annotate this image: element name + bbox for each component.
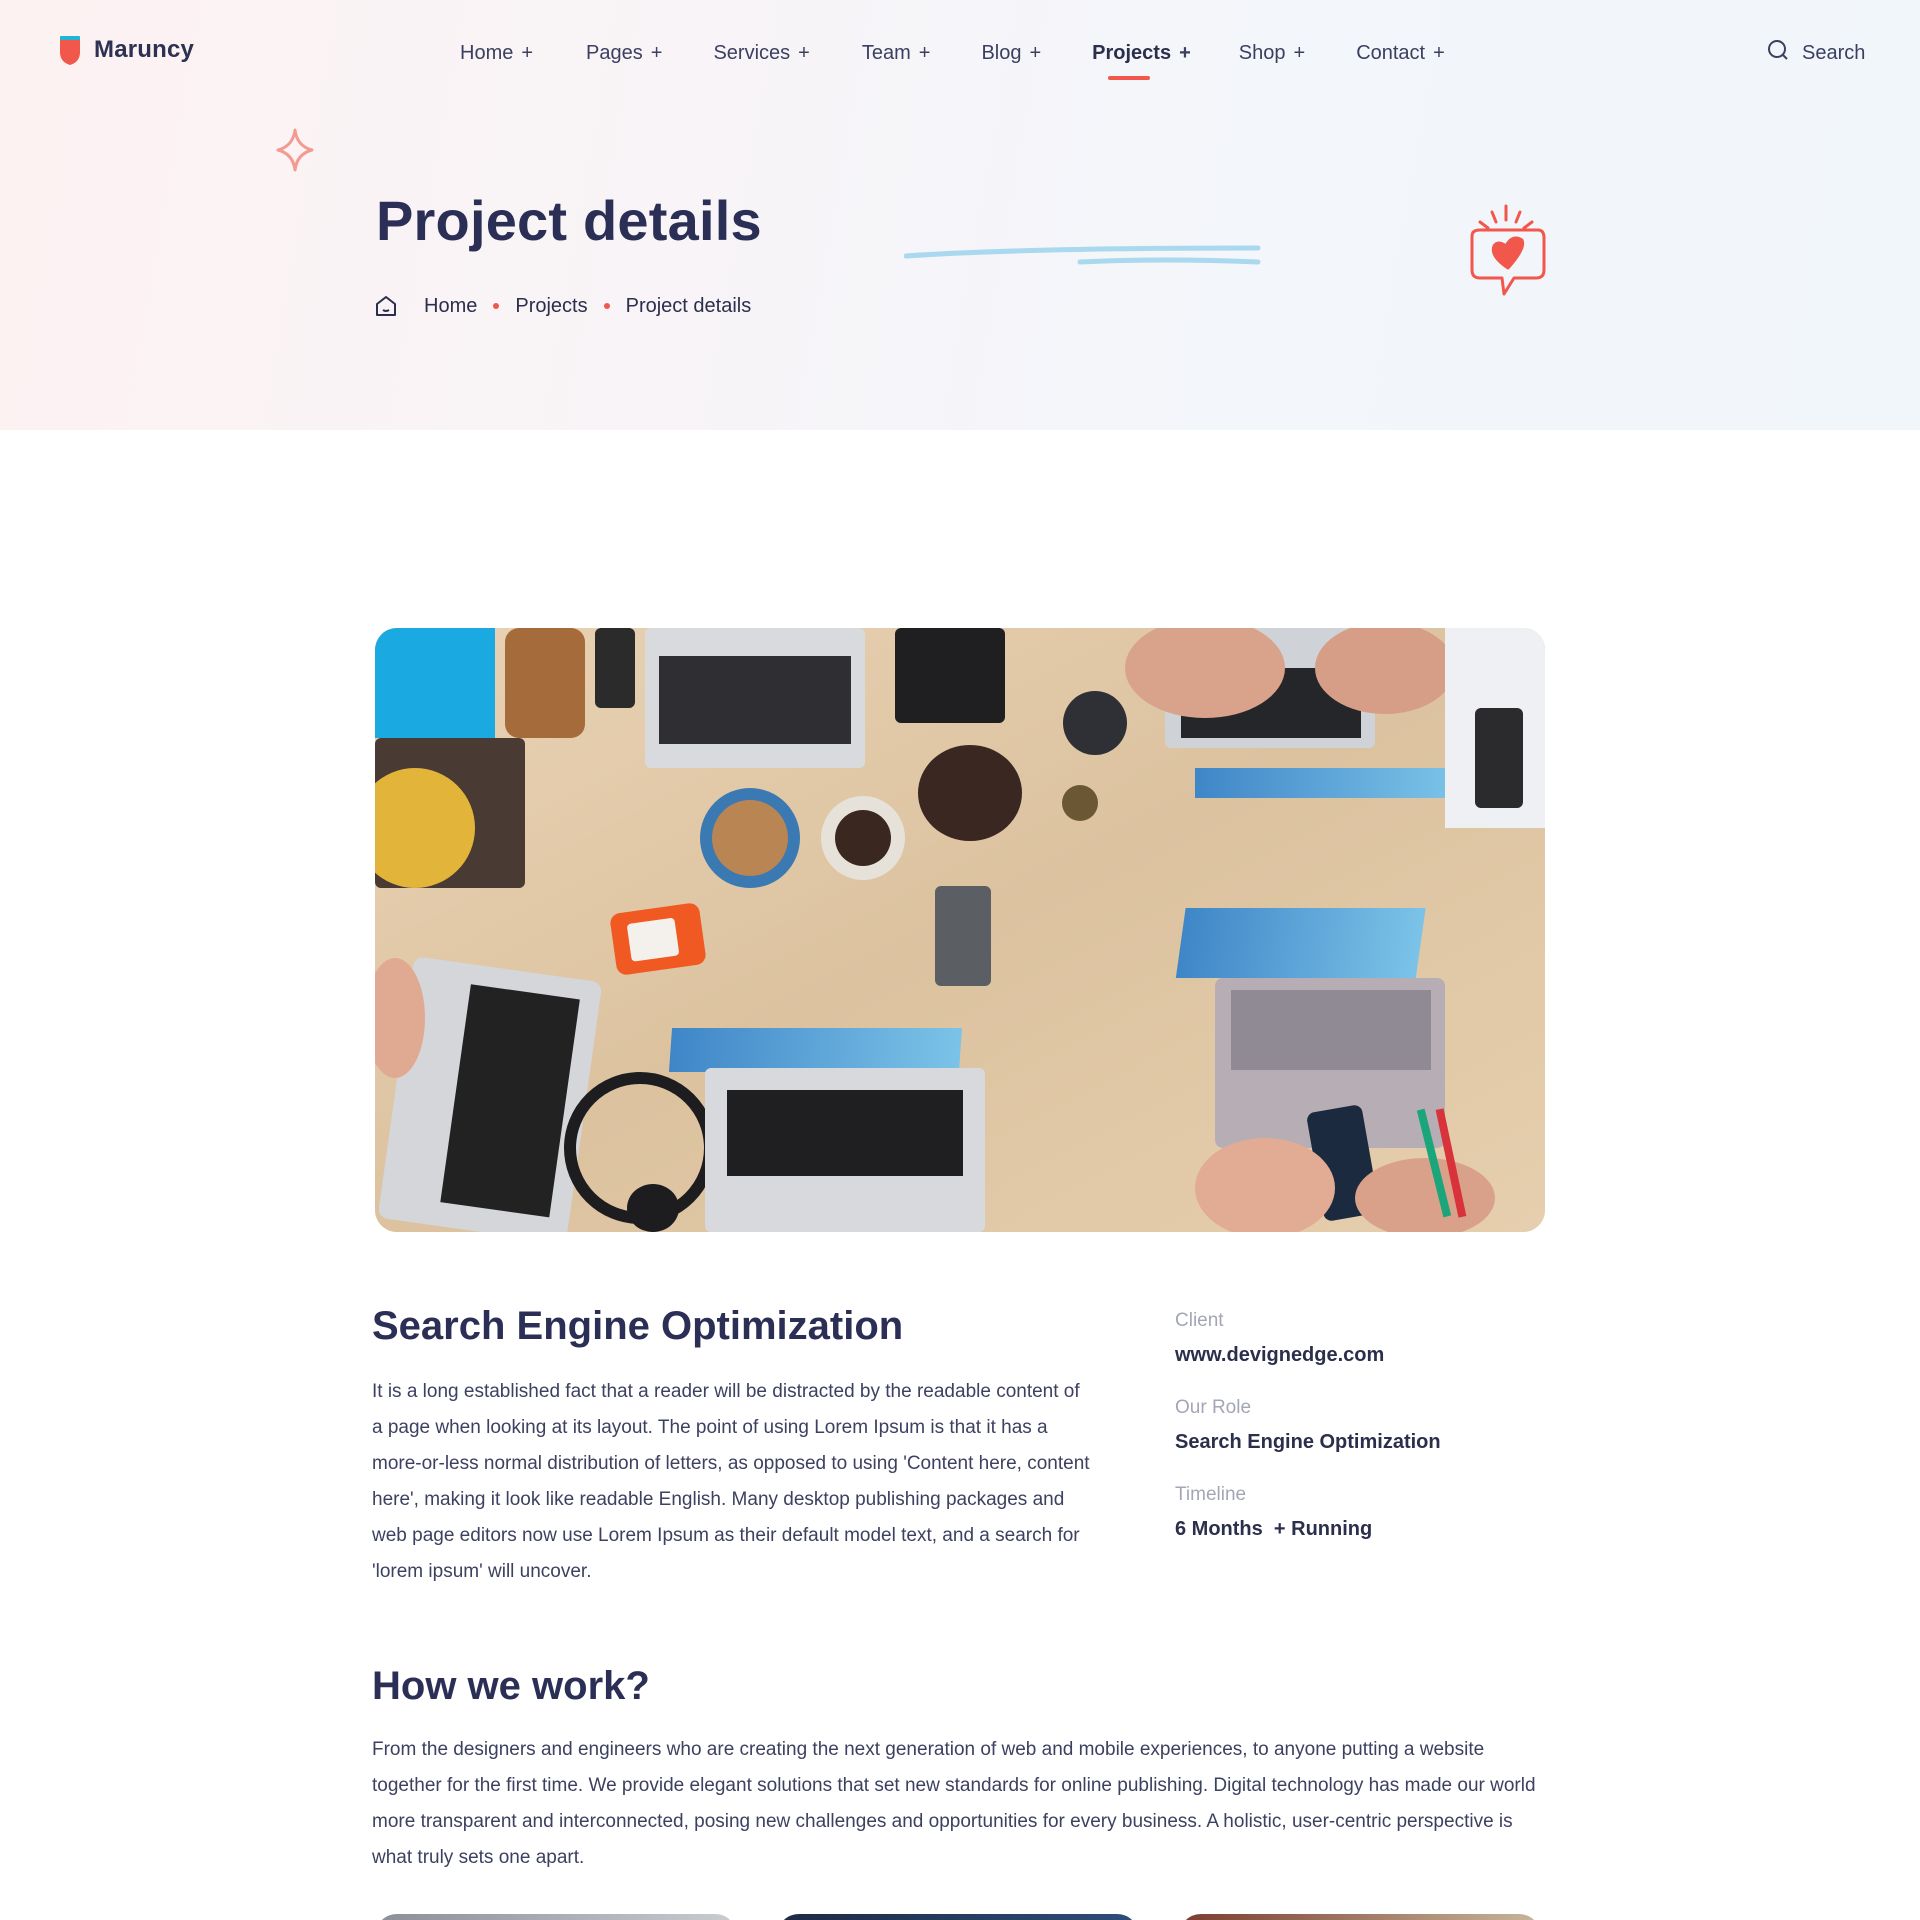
active-underline: [1108, 76, 1151, 80]
decorative-squiggle: [903, 240, 1264, 275]
meta-role: Our Role Search Engine Optimization: [1175, 1397, 1555, 1454]
nav-item-pages[interactable]: Pages +: [586, 42, 662, 65]
shield-logo-icon: [58, 34, 82, 66]
plus-icon: +: [1433, 42, 1445, 64]
meta-value: 6 Months + Running: [1175, 1518, 1373, 1540]
project-feature-image: [375, 628, 1545, 1232]
nav-label: Blog: [981, 42, 1022, 64]
meta-label: Client: [1175, 1310, 1224, 1331]
project-description: It is a long established fact that a rea…: [372, 1381, 1090, 1582]
breadcrumb-home[interactable]: Home: [424, 295, 477, 318]
brand-name: Maruncy: [94, 36, 195, 63]
how-we-work-title: How we work?: [372, 1664, 650, 1708]
nav-label: Home: [460, 42, 514, 64]
plus-icon: +: [1293, 42, 1306, 64]
how-we-work-text: From the designers and engineers who are…: [372, 1739, 1536, 1868]
breadcrumb-separator: [603, 303, 610, 309]
nav-label: Projects: [1092, 42, 1172, 64]
gallery-thumbnail[interactable]: [1179, 1914, 1541, 1920]
heart-bubble-icon: [1464, 200, 1548, 309]
main-nav: Home + Pages + Services + Team + Blog + …: [460, 42, 1445, 80]
gallery-thumbnails: [375, 1914, 1541, 1920]
nav-item-home[interactable]: Home +: [460, 42, 533, 65]
breadcrumb: Home Projects Project details: [374, 294, 751, 318]
search-icon: [1766, 38, 1790, 68]
plus-icon: +: [1029, 42, 1042, 64]
project-title: Search Engine Optimization: [372, 1304, 904, 1348]
meta-label: Timeline: [1175, 1484, 1247, 1505]
gallery-thumbnail[interactable]: [375, 1914, 737, 1920]
meta-timeline: Timeline 6 Months + Running: [1175, 1484, 1555, 1541]
page-hero: Maruncy Home + Pages + Services + Team +…: [0, 0, 1920, 430]
breadcrumb-current: Project details: [625, 294, 752, 317]
nav-item-contact[interactable]: Contact +: [1356, 42, 1445, 65]
search-label: Search: [1802, 41, 1866, 64]
meta-value: Search Engine Optimization: [1175, 1431, 1441, 1453]
nav-label: Services: [713, 42, 791, 64]
nav-item-shop[interactable]: Shop +: [1239, 42, 1305, 65]
nav-item-team[interactable]: Team +: [862, 42, 931, 65]
plus-icon: +: [1179, 42, 1191, 64]
breadcrumb-projects[interactable]: Projects: [515, 295, 587, 318]
brand-logo[interactable]: Maruncy: [58, 34, 194, 66]
nav-label: Shop: [1238, 42, 1286, 64]
plus-icon: +: [798, 42, 810, 64]
nav-item-blog[interactable]: Blog +: [981, 42, 1041, 65]
client-link[interactable]: www.devignedge.com: [1175, 1344, 1555, 1367]
plus-icon: +: [918, 42, 931, 64]
gallery-thumbnail[interactable]: [777, 1914, 1139, 1920]
nav-label: Team: [861, 42, 911, 64]
sparkle-icon: [276, 128, 314, 177]
nav-label: Pages: [586, 42, 643, 64]
nav-item-projects[interactable]: Projects +: [1092, 42, 1191, 80]
page-title: Project details: [376, 189, 762, 252]
plus-icon: +: [650, 42, 663, 64]
meta-label: Our Role: [1175, 1397, 1252, 1418]
plus-icon: +: [521, 42, 534, 64]
nav-item-services[interactable]: Services +: [713, 42, 809, 65]
meta-client: Client www.devignedge.com: [1175, 1310, 1555, 1367]
home-icon[interactable]: [374, 294, 398, 318]
search-button[interactable]: Search: [1766, 38, 1865, 68]
project-meta: Client www.devignedge.com Our Role Searc…: [1175, 1310, 1555, 1571]
breadcrumb-separator: [493, 303, 500, 309]
nav-label: Contact: [1356, 42, 1426, 64]
